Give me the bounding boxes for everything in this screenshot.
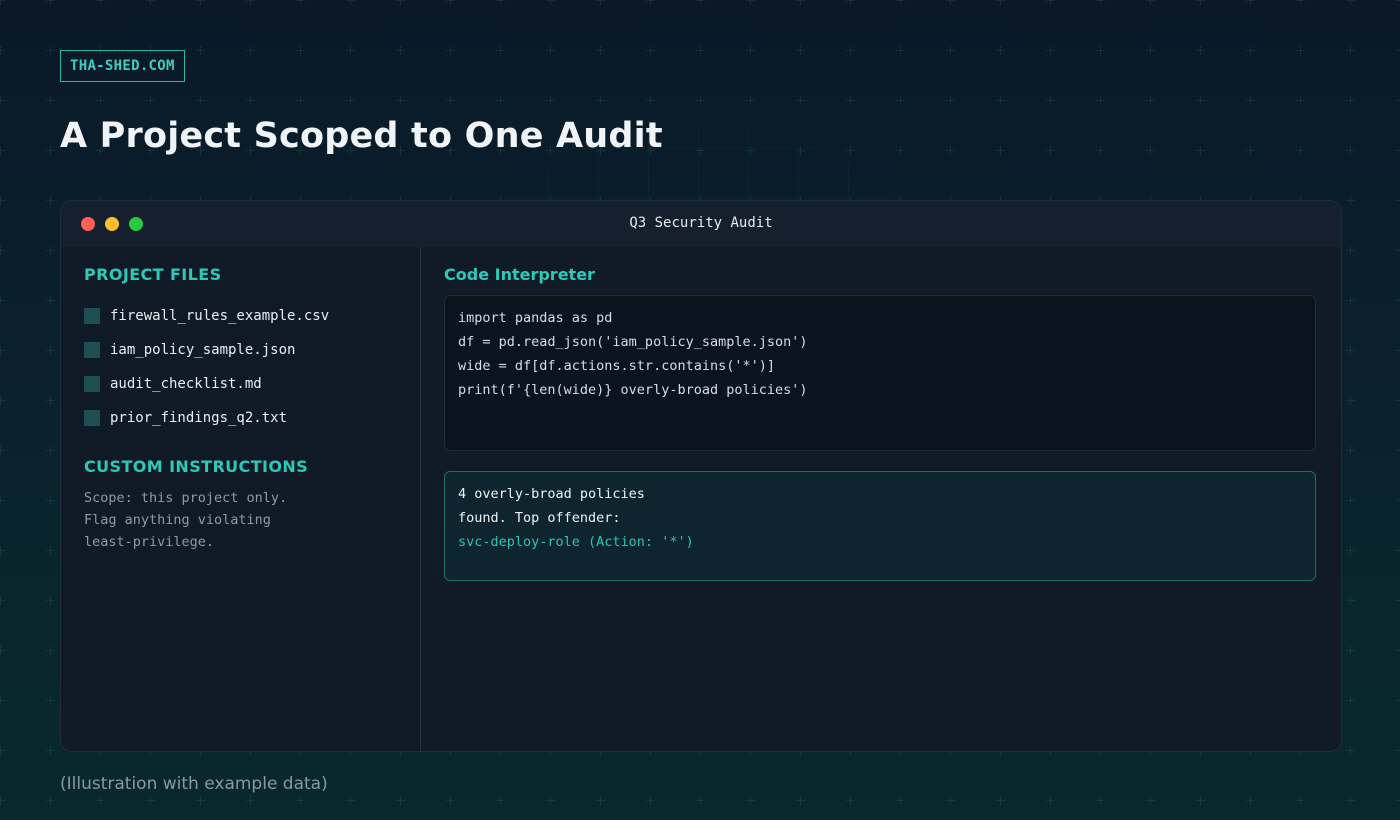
code-line: import pandas as pd <box>458 310 613 326</box>
code-interpreter-panel: Code Interpreter import pandas as pd df … <box>421 247 1341 751</box>
code-interpreter-heading: Code Interpreter <box>444 265 595 284</box>
code-line: wide = df[df.actions.str.contains('*')] <box>458 358 775 374</box>
app-window: Q3 Security Audit PROJECT FILES firewall… <box>60 200 1342 752</box>
code-block[interactable]: import pandas as pd df = pd.read_json('i… <box>444 295 1316 451</box>
output-line: 4 overly-broad policies <box>458 486 645 502</box>
file-name: prior_findings_q2.txt <box>110 410 288 426</box>
file-item-iam-policy[interactable]: iam_policy_sample.json <box>84 333 329 367</box>
brand-badge[interactable]: THA-SHED.COM <box>60 50 185 82</box>
custom-instructions-heading: CUSTOM INSTRUCTIONS <box>84 457 309 476</box>
file-icon <box>84 410 100 426</box>
custom-instructions-text: Scope: this project only. Flag anything … <box>84 490 288 550</box>
window-titlebar: Q3 Security Audit <box>61 201 1341 247</box>
project-files-heading: PROJECT FILES <box>84 265 222 284</box>
project-sidebar: PROJECT FILES firewall_rules_example.csv… <box>61 247 421 751</box>
illustration-caption: (Illustration with example data) <box>60 774 328 794</box>
file-name: firewall_rules_example.csv <box>110 308 330 324</box>
output-highlight-line: svc-deploy-role (Action: '*') <box>458 534 694 550</box>
file-item-prior-findings[interactable]: prior_findings_q2.txt <box>84 401 329 435</box>
file-name: audit_checklist.md <box>110 376 262 392</box>
file-item-audit-checklist[interactable]: audit_checklist.md <box>84 367 329 401</box>
file-icon <box>84 342 100 358</box>
file-icon <box>84 308 100 324</box>
window-title: Q3 Security Audit <box>629 215 773 231</box>
file-name: iam_policy_sample.json <box>110 342 296 358</box>
output-line: found. Top offender: <box>458 510 621 526</box>
file-item-firewall-rules[interactable]: firewall_rules_example.csv <box>84 299 329 333</box>
output-block: 4 overly-broad policies found. Top offen… <box>444 471 1316 581</box>
page-headline: A Project Scoped to One Audit <box>60 116 663 156</box>
file-icon <box>84 376 100 392</box>
code-line: df = pd.read_json('iam_policy_sample.jso… <box>458 334 808 350</box>
code-line: print(f'{len(wide)} overly-broad policie… <box>458 382 808 398</box>
project-file-list: firewall_rules_example.csv iam_policy_sa… <box>84 299 329 435</box>
